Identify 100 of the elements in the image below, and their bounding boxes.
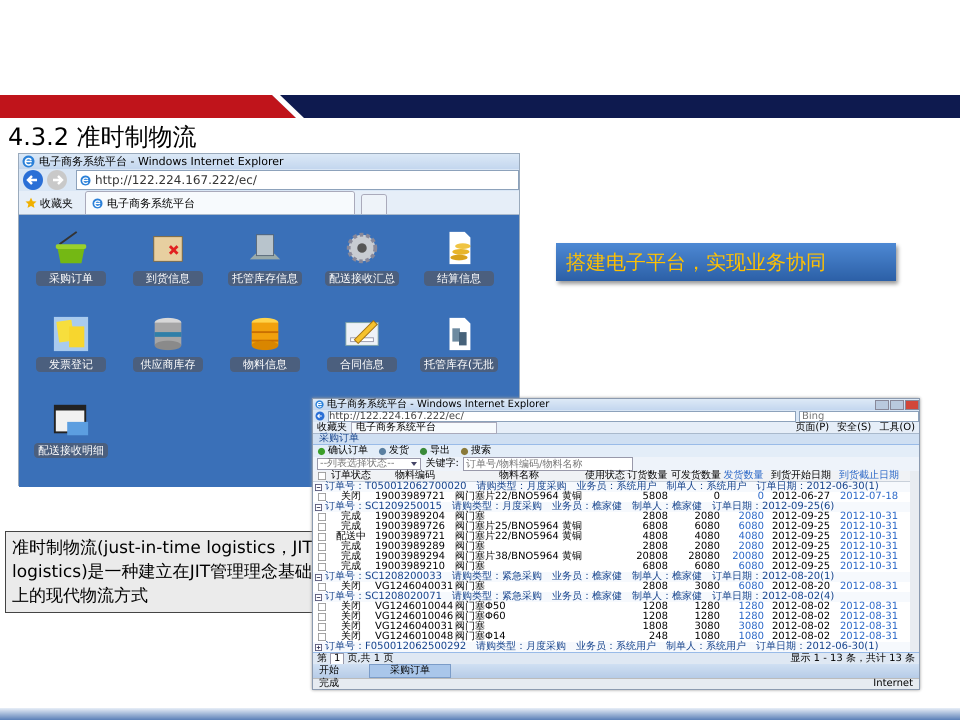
table-cell-text: 6080: [694, 522, 721, 532]
table-cell-text: 2012-08-20: [772, 582, 830, 592]
app-label[interactable]: 物料信息: [230, 357, 300, 372]
app-label[interactable]: 采购订单: [36, 271, 106, 286]
collapse-icon[interactable]: [315, 504, 322, 510]
column-header[interactable]: 物料编码: [371, 471, 455, 481]
table-cell-text: 阀门塞Φ60: [455, 612, 507, 622]
checkbox[interactable]: [318, 543, 326, 551]
table-cell-text: 5808: [642, 492, 669, 502]
column-header[interactable]: 到货开始日期: [767, 471, 835, 481]
checkbox[interactable]: [318, 583, 326, 591]
table-cell-text: 2012-10-31: [838, 512, 900, 522]
checkbox[interactable]: [318, 513, 326, 521]
checkbox[interactable]: [318, 472, 326, 480]
browser-logo-icon: [80, 174, 91, 186]
table-cell-text: 1208: [642, 602, 669, 612]
status-dropdown[interactable]: --列表选择状态--: [317, 458, 422, 470]
column-header[interactable]: 订单状态: [331, 471, 371, 481]
menu-button[interactable]: 工具(O): [879, 422, 919, 432]
app-label[interactable]: 托管库存信息: [228, 271, 302, 286]
toolbar-button[interactable]: 确认订单: [317, 446, 368, 456]
back-icon[interactable]: [22, 169, 44, 191]
checkbox[interactable]: [318, 553, 326, 561]
favorites-button[interactable]: 收藏夹: [25, 192, 79, 214]
table-cell-text: 3080: [694, 582, 720, 592]
column-header[interactable]: 可发货数量: [671, 471, 723, 481]
column-header[interactable]: 订货数量: [627, 471, 671, 481]
table-cell-text: 完成: [340, 542, 362, 552]
checkbox[interactable]: [318, 633, 326, 641]
table-cell-text: 4808: [642, 532, 669, 542]
slide-title: 4.3.2 准时制物流: [8, 122, 198, 152]
toolbar-button[interactable]: 导出: [419, 446, 450, 456]
collapse-icon[interactable]: [315, 594, 322, 600]
menu-button[interactable]: 安全(S): [837, 422, 876, 432]
expand-icon[interactable]: [315, 644, 322, 650]
browser-tab[interactable]: 电子商务系统平台: [85, 191, 355, 214]
app-label[interactable]: 合同信息: [327, 357, 397, 372]
table-cell-text: 完成: [341, 522, 361, 532]
table-cell-text: 2012-10-31: [838, 522, 900, 532]
column-header[interactable]: 到货截止日期: [835, 471, 903, 481]
table-cell-text: 阀门塞: [455, 562, 485, 572]
table-cell-text: 19003989721: [375, 492, 446, 502]
window-title: 电子商务系统平台 - Windows Internet Explorer: [39, 154, 284, 169]
toolbar-button[interactable]: 发货: [378, 446, 409, 456]
column-header[interactable]: 发货数量: [723, 471, 767, 481]
back-icon[interactable]: [315, 411, 325, 421]
table-cell-text: 2012-08-02: [770, 602, 832, 612]
start-button[interactable]: 开始: [319, 666, 339, 676]
table-cell-text: 关闭: [341, 492, 362, 502]
checkbox[interactable]: [318, 523, 326, 531]
column-header[interactable]: 使用状态: [583, 471, 627, 481]
checkbox[interactable]: [318, 563, 326, 571]
table-cell-text: 2012-08-02: [772, 632, 830, 642]
checkbox[interactable]: [318, 533, 326, 541]
table-cell-text: 248: [648, 632, 668, 642]
table-cell-text: 2012-09-25: [770, 532, 832, 542]
table-cell-text: 2808: [642, 542, 669, 552]
address-field[interactable]: http://122.224.167.222/ec/: [328, 410, 796, 422]
notes-icon[interactable]: [52, 315, 90, 353]
window-controls-icon[interactable]: [875, 400, 919, 410]
app-label[interactable]: 配送接收汇总: [325, 271, 399, 286]
app-label[interactable]: 配送接收明细: [34, 443, 108, 458]
checkbox[interactable]: [318, 603, 326, 611]
app-label[interactable]: 到货信息: [133, 271, 203, 286]
browser-tab[interactable]: 电子商务系统平台: [351, 422, 497, 434]
table-cell-text: 阀门塞: [455, 512, 486, 522]
app-label[interactable]: 托管库存(无批: [420, 357, 498, 372]
column-header[interactable]: 物料名称: [455, 471, 583, 481]
table-cell-text: 关闭: [340, 622, 362, 632]
collapse-icon[interactable]: [315, 574, 322, 580]
window-title: 电子商务系统平台 - Windows Internet Explorer: [327, 400, 550, 410]
table-cell-text: 完成: [341, 562, 362, 572]
checkbox[interactable]: [318, 623, 326, 631]
keyword-field[interactable]: 订单号/物料编码/物料名称: [462, 457, 633, 471]
menu-button[interactable]: 页面(P): [795, 422, 834, 432]
new-tab-button[interactable]: [361, 194, 387, 214]
app-label[interactable]: 结算信息: [424, 271, 494, 286]
table-cell-text: 2012-09-25: [770, 552, 832, 562]
toolbar-button[interactable]: 搜索: [460, 446, 491, 456]
page-field[interactable]: 1: [330, 652, 344, 664]
star-icon: [25, 197, 37, 209]
table-cell-text: VG1246040031: [374, 622, 454, 632]
table-cell-text: 6080: [738, 562, 764, 572]
table-cell-text: 2012-08-31: [838, 612, 900, 622]
task-button[interactable]: 采购订单: [369, 664, 451, 678]
table-cell-text: 6080: [694, 562, 720, 572]
checkbox[interactable]: [318, 613, 326, 621]
table-cell-text: 2012-10-31: [838, 562, 900, 572]
app-label[interactable]: 发票登记: [36, 357, 106, 372]
table-cell-text: 19003989294: [374, 552, 446, 562]
collapse-icon[interactable]: [315, 484, 322, 490]
table-cell-text: 阀门塞: [455, 622, 486, 632]
table-cell-text: VG1246010048: [375, 632, 454, 642]
table-cell-text: 2012-10-31: [838, 542, 900, 552]
favorites-button[interactable]: 收藏夹: [317, 422, 347, 432]
app-label[interactable]: 供应商库存: [133, 357, 203, 372]
table-cell-text: 关闭: [340, 602, 362, 612]
table-cell-text: 1280: [694, 602, 721, 612]
table-cell-text: 2012-08-02: [770, 622, 832, 632]
checkbox[interactable]: [318, 493, 326, 501]
